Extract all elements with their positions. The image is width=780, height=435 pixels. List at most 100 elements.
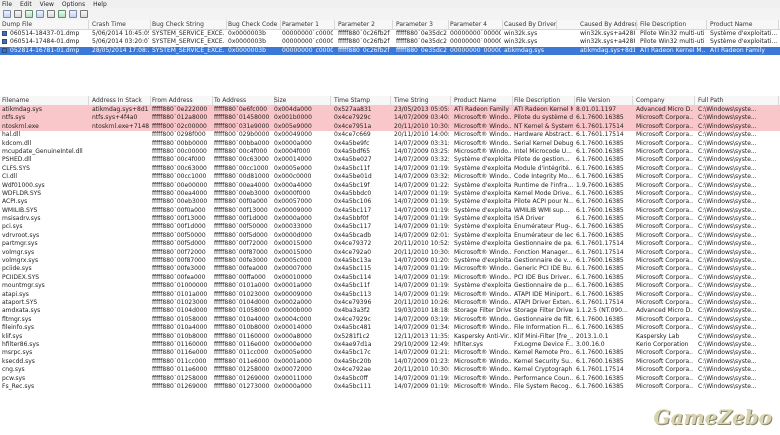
table-cell: Système d'exploita... xyxy=(454,240,511,248)
table-cell: 6.1.7601.17514 xyxy=(576,131,624,139)
table-row[interactable]: CLFS.SYS fffff880`00c63000 fffff880`00cc10… xyxy=(0,165,780,173)
table-row[interactable]: mountmgr.sys fffff880`01000000 fffff880`01… xyxy=(0,282,780,290)
table-row[interactable]: WDFLDR.SYS fffff880`00ea4000 fffff880`00eb… xyxy=(0,190,780,198)
about-icon[interactable] xyxy=(69,10,77,18)
driver-col-7[interactable]: Product Name xyxy=(454,97,512,104)
properties-icon[interactable] xyxy=(47,10,55,18)
table-row[interactable]: partmgr.sys fffff880`00f5d000 fffff880`00f… xyxy=(0,240,780,248)
table-row[interactable]: pci.sys fffff880`00f1d000 fffff880`00f5000… xyxy=(0,223,780,231)
driver-col-5[interactable]: Time Stamp xyxy=(334,97,390,104)
table-row[interactable]: volmgr.sys fffff880`00f72000 fffff880`00f8… xyxy=(0,249,780,257)
table-cell: 14/07/2009 01:21:32 xyxy=(394,349,449,357)
table-row[interactable]: volmgrx.sys fffff880`00f87000 fffff880`00f… xyxy=(0,257,780,265)
open-folder-icon[interactable] xyxy=(3,10,11,18)
driver-col-11[interactable]: Full Path xyxy=(698,97,778,104)
dump-col-10[interactable]: File Description xyxy=(640,21,706,28)
table-cell: win32k.sys xyxy=(504,38,538,46)
table-row[interactable]: cng.sys fffff880`011e6000 fffff880`0125800… xyxy=(0,366,780,374)
table-row[interactable]: mcupdate_GenuineIntel.dll fffff880`00c000… xyxy=(0,148,780,156)
table-row[interactable]: fltmgr.sys fffff880`01058000 fffff880`010a… xyxy=(0,316,780,324)
table-cell: Microsoft Corpora... xyxy=(636,156,693,164)
table-cell: 6.1.7600.16385 xyxy=(576,189,624,197)
table-row[interactable]: msrpc.sys fffff880`0116e000 fffff880`011cc… xyxy=(0,349,780,357)
table-row[interactable]: kdcom.dll fffff880`00bb0000 fffff880`00bba… xyxy=(0,140,780,148)
driver-col-2[interactable]: From Address xyxy=(152,97,212,104)
table-row[interactable]: pciide.sys fffff880`00fe3000 fffff880`00fe… xyxy=(0,265,780,273)
table-cell: fffff880`01160000 xyxy=(152,340,208,348)
driver-col-9[interactable]: File Version xyxy=(576,97,632,104)
drivers-table: Filename Address In Stack From Address To A… xyxy=(0,96,780,391)
menu-view[interactable]: View xyxy=(40,1,54,8)
table-cell: 0x0000e000 xyxy=(274,340,312,348)
table-cell: fffff880`01258000 xyxy=(152,374,208,382)
table-row[interactable]: ksecdd.sys fffff880`011cc000 fffff880`011e… xyxy=(0,358,780,366)
driver-col-0[interactable]: Filename xyxy=(2,97,88,104)
menu-help[interactable]: Help xyxy=(93,1,107,8)
table-row[interactable]: WMILIB.SYS fffff880`00f0a000 fffff880`00f1… xyxy=(0,207,780,215)
table-row[interactable]: amdxata.sys fffff880`0104d000 fffff880`010… xyxy=(0,307,780,315)
table-row[interactable]: 060514-18437-01.dmp 5/06/2014 10:45:05 SYS… xyxy=(0,30,780,38)
exit-icon[interactable] xyxy=(80,10,88,18)
driver-col-3[interactable]: To Address xyxy=(214,97,274,104)
table-cell: C:\Windows\syste... xyxy=(698,340,757,348)
dump-col-5[interactable]: Parameter 2 xyxy=(338,21,392,28)
dump-col-7[interactable]: Parameter 4 xyxy=(450,21,502,28)
dump-col-4[interactable]: Parameter 1 xyxy=(282,21,334,28)
driver-col-6[interactable]: Time String xyxy=(394,97,450,104)
dump-col-0[interactable]: Dump File xyxy=(2,21,88,28)
table-cell: Système d'exploita... xyxy=(454,181,511,189)
table-row[interactable]: pcw.sys fffff880`01258000 fffff880`0126900… xyxy=(0,375,780,383)
table-row[interactable]: atikmdag.sysatikmdag.sys+8d1aefffff880`0… xyxy=(0,106,780,115)
save-icon[interactable] xyxy=(14,10,22,18)
driver-col-1[interactable]: Address In Stack xyxy=(92,97,150,104)
table-row[interactable]: PSHED.dll fffff880`00c4f000 fffff880`00c63… xyxy=(0,156,780,164)
table-cell: 1.9.7600.16385 xyxy=(576,181,624,189)
table-row[interactable]: msisadrv.sys fffff880`00f13000 fffff880`00… xyxy=(0,215,780,223)
table-row[interactable]: klif.sys fffff880`010b8000 fffff880`011600… xyxy=(0,333,780,341)
menu-edit[interactable]: Edit xyxy=(20,1,32,8)
table-row[interactable]: atapi.sys fffff880`0101a000 fffff880`01023… xyxy=(0,291,780,299)
table-cell: fffff880`012a8000 xyxy=(152,114,208,122)
dump-col-9[interactable]: Caused By Address xyxy=(580,21,638,28)
menu-options[interactable]: Options xyxy=(62,1,85,8)
dump-col-1[interactable]: Crash Time xyxy=(92,21,150,28)
dump-col-2[interactable]: Bug Check String xyxy=(152,21,226,28)
table-row[interactable]: fileinfo.sys fffff880`010a4000 fffff880`01… xyxy=(0,324,780,332)
copy-icon[interactable] xyxy=(25,10,33,18)
dump-col-6[interactable]: Parameter 3 xyxy=(396,21,448,28)
table-cell: 6.1.7600.16385 xyxy=(576,282,624,290)
table-row[interactable]: ataport.SYS fffff880`01023000 fffff880`010… xyxy=(0,299,780,307)
table-row[interactable]: ntoskrnl.exe ntoskrnl.exe+71489 fffff800`0… xyxy=(0,122,780,132)
table-row[interactable]: ntfs.sys ntfs.sys+4f4a0 fffff880`012a8000 f… xyxy=(0,114,780,123)
table-cell: Énumérateur de lec... xyxy=(514,231,573,239)
table-row[interactable]: Wdf01000.sys fffff880`00e00000 fffff880`00… xyxy=(0,182,780,190)
menu-file[interactable]: File xyxy=(2,1,12,8)
driver-col-10[interactable]: Company xyxy=(636,97,694,104)
table-cell: C:\Windows\syste... xyxy=(698,189,757,197)
refresh-icon[interactable] xyxy=(58,10,66,18)
table-row[interactable]: hal.dll fffff800`0298f000 fffff800`029b000… xyxy=(0,131,780,139)
table-cell: fffff880`0c26fb2f xyxy=(338,30,390,37)
dump-col-3[interactable]: Bug Check Code xyxy=(228,21,280,28)
table-row[interactable]: Fs_Rec.sys fffff880`01269000 fffff880`0127… xyxy=(0,383,780,391)
table-cell: atikmdag.sys+8d1ae xyxy=(580,46,635,54)
table-cell: 0x4ce7951a xyxy=(334,122,372,130)
table-row[interactable]: CI.dll fffff880`00cc1000 fffff880`00d81000… xyxy=(0,173,780,181)
table-cell: Gestionnaire de filt... xyxy=(514,315,573,323)
table-cell: fffff880`00cc1000 xyxy=(214,164,269,172)
table-row[interactable]: ACPI.sys fffff880`00eb3000 fffff880`00f0a0… xyxy=(0,198,780,206)
table-cell: 12/11/2013 11:35:14 xyxy=(394,332,449,340)
table-row[interactable]: hfilter86.sys fffff880`01160000 fffff880`0… xyxy=(0,341,780,349)
table-cell: fffff880`00fea000 xyxy=(152,273,206,281)
table-cell: 14/07/2009 01:19:45 xyxy=(394,382,449,390)
table-row[interactable]: 052814-16781-01.dmp 28/05/2014 17:08:23SY… xyxy=(0,46,780,56)
dump-col-8[interactable]: Caused By Driver xyxy=(504,21,556,28)
table-row[interactable]: 060514-17484-01.dmp 5/06/2014 03:20:07 SYS… xyxy=(0,38,780,46)
table-cell: 0x4ce7929c xyxy=(334,114,371,122)
dump-col-11[interactable]: Product Name xyxy=(710,21,778,28)
driver-col-4[interactable]: Size xyxy=(274,97,330,104)
driver-col-8[interactable]: File Description xyxy=(514,97,574,104)
table-row[interactable]: vdrvroot.sys fffff880`00f50000 fffff880`00… xyxy=(0,232,780,240)
table-row[interactable]: PCIIDEX.SYS fffff880`00fea000 fffff880`00f… xyxy=(0,274,780,282)
html-report-icon[interactable] xyxy=(36,10,44,18)
